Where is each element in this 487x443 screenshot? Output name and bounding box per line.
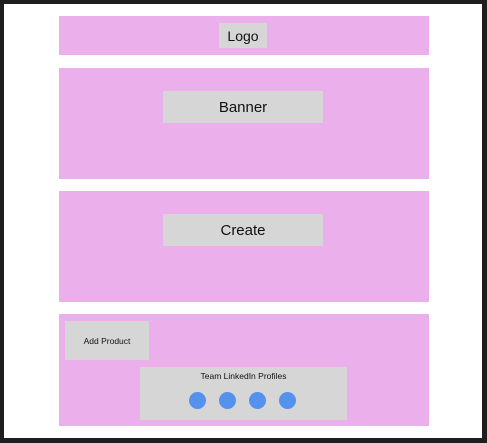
profile-circle-icon[interactable] — [189, 392, 206, 409]
team-linkedin-title: Team LinkedIn Profiles — [200, 371, 287, 381]
header-section: Logo — [59, 16, 429, 55]
logo-placeholder[interactable]: Logo — [219, 23, 267, 48]
profile-circle-icon[interactable] — [279, 392, 296, 409]
wireframe-canvas: Logo Banner Create Add Product Team Link… — [4, 4, 482, 438]
banner-label: Banner — [218, 98, 268, 116]
add-product-button[interactable]: Add Product — [65, 321, 149, 360]
create-label: Create — [220, 221, 266, 239]
banner-placeholder[interactable]: Banner — [163, 91, 323, 123]
logo-label: Logo — [227, 27, 259, 44]
footer-section: Add Product Team LinkedIn Profiles — [59, 314, 429, 426]
profile-circle-icon[interactable] — [219, 392, 236, 409]
create-placeholder[interactable]: Create — [163, 214, 323, 246]
profile-circle-icon[interactable] — [249, 392, 266, 409]
banner-section: Banner — [59, 68, 429, 179]
team-linkedin-panel: Team LinkedIn Profiles — [140, 367, 347, 420]
create-section: Create — [59, 191, 429, 302]
add-product-label: Add Product — [83, 335, 131, 346]
